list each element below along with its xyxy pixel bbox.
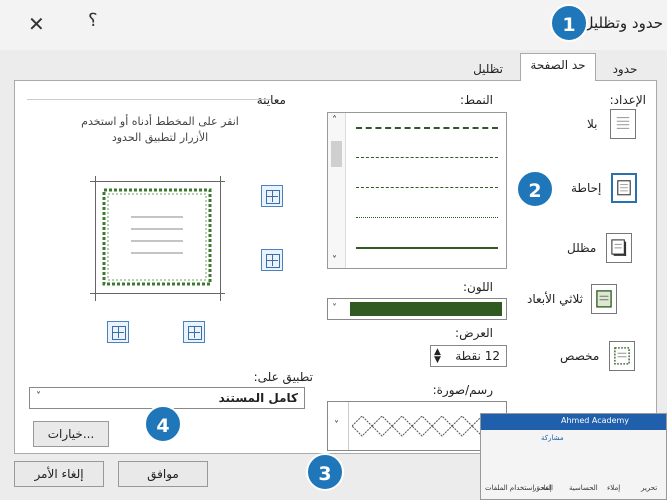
- setting-3d-label: ثلاثي الأبعاد: [527, 292, 583, 306]
- ribbon-title: Ahmed Academy: [561, 416, 630, 425]
- setting-custom-icon: [609, 341, 636, 371]
- apply-heading: تطبيق على:: [253, 370, 313, 384]
- style-option[interactable]: [356, 247, 498, 249]
- settings-heading: الإعداد:: [609, 93, 646, 107]
- ribbon-tool[interactable]: إملاء: [607, 484, 620, 492]
- tab-shading[interactable]: تظليل: [462, 58, 514, 82]
- ribbon-tool[interactable]: الحساسية: [569, 484, 598, 492]
- border-left-button[interactable]: [107, 321, 129, 343]
- setting-3d-icon: [590, 284, 617, 314]
- border-top-button[interactable]: [261, 185, 283, 207]
- width-spinner-icon[interactable]: ▲ ▼: [434, 348, 441, 365]
- preview-hint-1: انقر على المخطط أدناه أو استخدم: [81, 115, 239, 128]
- scroll-thumb[interactable]: [331, 141, 342, 167]
- width-heading: العرض:: [455, 326, 493, 340]
- chevron-up-icon[interactable]: ˄: [332, 115, 337, 126]
- ok-button[interactable]: موافق: [118, 461, 208, 487]
- setting-shadow-label: مظلل: [567, 241, 597, 255]
- apply-value: كامل المستند: [218, 391, 298, 405]
- setting-custom[interactable]: مخصص: [560, 341, 636, 371]
- setting-shadow-icon: [606, 233, 633, 263]
- chevron-down-icon[interactable]: ˅: [332, 255, 337, 266]
- setting-none-label: بلا: [587, 117, 598, 131]
- style-option[interactable]: [356, 187, 498, 188]
- ribbon-tool[interactable]: تحرير: [641, 484, 657, 492]
- border-style-list[interactable]: ˄ ˅: [327, 112, 507, 269]
- style-option[interactable]: [356, 127, 498, 129]
- setting-none[interactable]: بلا: [587, 109, 636, 139]
- preview-heading: معاينة: [256, 93, 286, 107]
- dialog-content: الإعداد: بلا إحاطة مظلل ثلاثي الأبعاد مخ…: [14, 81, 657, 454]
- dialog-title: حدود وتظليل: [582, 14, 663, 32]
- close-icon[interactable]: ✕: [28, 12, 45, 36]
- step-marker: 1: [550, 4, 588, 42]
- setting-shadow[interactable]: مظلل: [567, 233, 633, 263]
- cancel-button[interactable]: إلغاء الأمر: [14, 461, 104, 487]
- setting-3d[interactable]: ثلاثي الأبعاد: [527, 284, 617, 314]
- setting-box-label: إحاطة: [571, 181, 602, 195]
- ribbon-tool[interactable]: إعادة استخدام الملفات: [485, 484, 552, 492]
- setting-custom-label: مخصص: [560, 349, 600, 363]
- chevron-down-icon[interactable]: ˅: [334, 420, 339, 431]
- options-button[interactable]: خيارات...: [33, 421, 109, 447]
- width-value: 12 نقطة: [455, 349, 500, 363]
- chevron-down-icon[interactable]: ˅: [332, 303, 337, 314]
- style-option[interactable]: [356, 157, 498, 158]
- color-dropdown[interactable]: ˅: [327, 298, 507, 320]
- chevron-down-icon[interactable]: ˅: [36, 391, 41, 402]
- tab-strip: حدود حد الصفحة تظليل: [0, 50, 667, 82]
- border-bottom-button[interactable]: [261, 249, 283, 271]
- tab-borders[interactable]: حدود: [600, 58, 650, 82]
- border-right-button[interactable]: [183, 321, 205, 343]
- word-ribbon-thumbnail: Ahmed Academy مشاركة تحرير إملاء الحساسي…: [480, 413, 667, 500]
- help-button[interactable]: ؟: [88, 10, 98, 31]
- setting-box[interactable]: إحاطة: [571, 173, 638, 203]
- step-marker: 3: [306, 453, 344, 491]
- step-marker: 4: [144, 405, 182, 443]
- step-marker: 2: [516, 170, 554, 208]
- width-dropdown[interactable]: 12 نقطة ▲ ▼: [430, 345, 507, 367]
- style-option[interactable]: [356, 217, 498, 218]
- setting-box-icon: [611, 173, 638, 203]
- color-swatch: [350, 302, 502, 316]
- style-scrollbar[interactable]: ˄ ˅: [328, 113, 346, 268]
- art-heading: رسم/صورة:: [432, 383, 493, 397]
- preview-hint-2: الأزرار لتطبيق الحدود: [111, 131, 209, 144]
- ribbon-share[interactable]: مشاركة: [541, 434, 564, 442]
- setting-none-icon: [609, 109, 636, 139]
- style-heading: النمط:: [460, 93, 493, 107]
- tab-page-border[interactable]: حد الصفحة: [520, 53, 596, 82]
- preview-page: [102, 188, 212, 286]
- color-heading: اللون:: [462, 280, 493, 294]
